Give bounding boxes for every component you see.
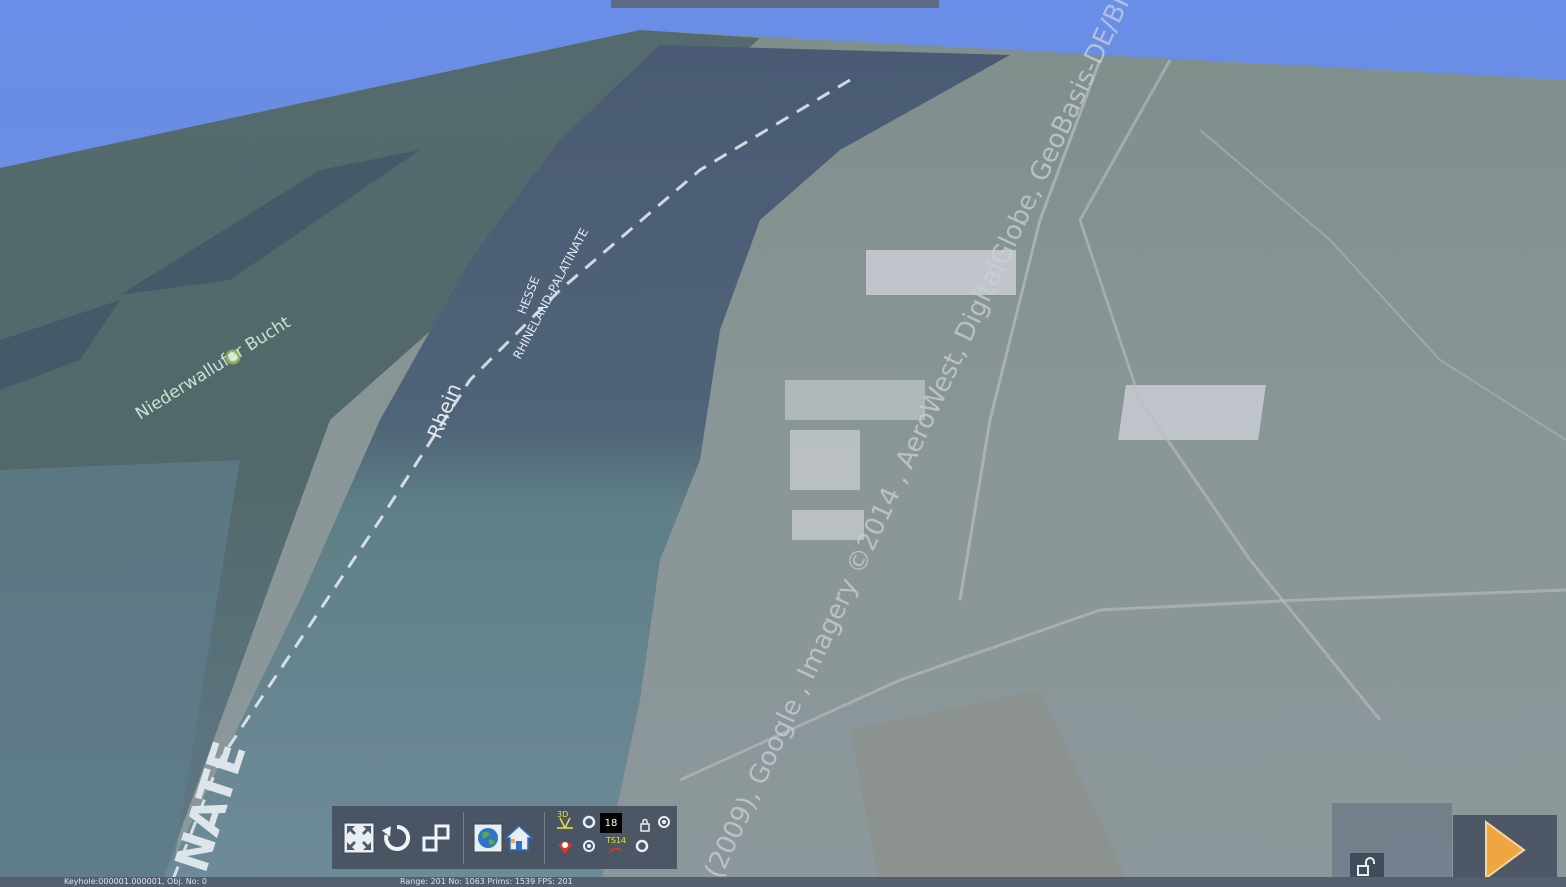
option-toggle-4[interactable]: [632, 836, 652, 856]
warehouse-5: [1118, 385, 1266, 440]
lock-icon: [640, 818, 650, 832]
warehouse-3: [790, 430, 860, 490]
zoom-level-indicator: 18: [600, 813, 622, 833]
fit-view-icon: [343, 822, 375, 854]
warehouse-2: [785, 380, 925, 420]
warehouse-4: [792, 510, 864, 540]
reset-rotation-button[interactable]: [380, 821, 414, 855]
record-button[interactable]: [555, 836, 575, 856]
ts-button[interactable]: TS14: [606, 836, 626, 856]
home-button[interactable]: [502, 821, 536, 855]
record-icon: [558, 841, 572, 854]
home-icon: [504, 824, 534, 851]
lock-toggle-button[interactable]: [635, 815, 655, 835]
play-icon: [1485, 820, 1526, 880]
ts-label: TS14: [606, 836, 627, 845]
map-viewport[interactable]: Niederwallufer Bucht Rhein HESSE RHINELA…: [0, 0, 1566, 887]
toggle-circle-icon: [635, 839, 649, 853]
unlock-icon: [1357, 857, 1375, 876]
toggle-circle-icon: [583, 840, 595, 852]
shrink-view-button[interactable]: [419, 821, 453, 855]
reset-rotation-icon: [381, 824, 411, 851]
option-toggle-3[interactable]: [579, 836, 599, 856]
view-3d-label: 3D: [557, 810, 569, 819]
option-toggle-2[interactable]: [654, 812, 674, 832]
toolbar-divider: [463, 812, 464, 864]
status-bar: Keyhole:000001.000001, Obj. No: 0 Range:…: [0, 877, 1566, 887]
globe-icon: [473, 823, 503, 853]
globe-button[interactable]: [471, 821, 505, 855]
toggle-circle-icon: [582, 815, 596, 829]
toolbar-divider: [544, 812, 545, 864]
option-toggle-1[interactable]: [579, 812, 599, 832]
view-3d-button[interactable]: 3D: [555, 810, 575, 832]
shrink-icon: [422, 824, 450, 852]
status-left-text: Keyhole:000001.000001, Obj. No: 0: [64, 877, 207, 886]
fit-view-button[interactable]: [342, 821, 376, 855]
status-right-text: Range: 201 No: 1063 Prims: 1539 FPS: 201: [400, 877, 573, 886]
toggle-circle-icon: [658, 816, 670, 828]
play-button[interactable]: [1453, 815, 1557, 885]
